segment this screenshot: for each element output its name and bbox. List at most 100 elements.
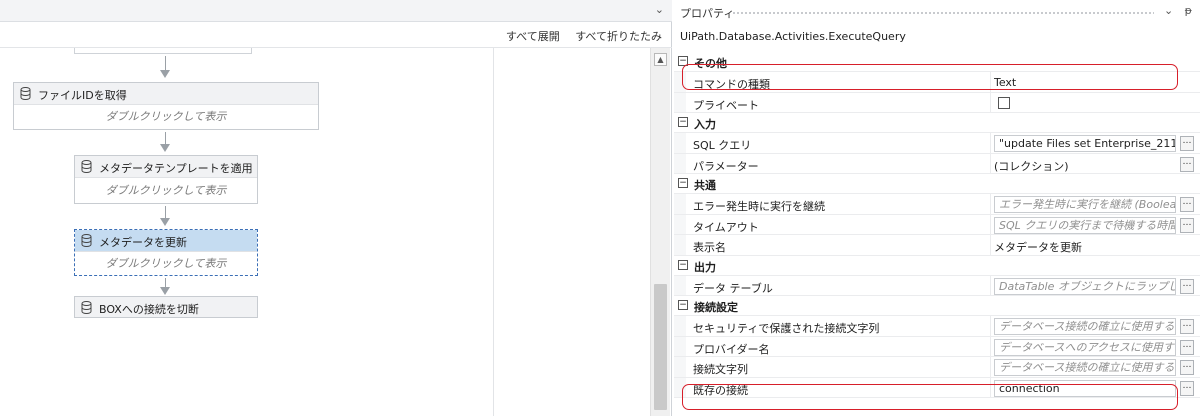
- activity-header: メタデータを更新: [75, 230, 257, 252]
- sql-query-input[interactable]: "update Files set Enterprise_2114136: [994, 135, 1176, 152]
- collapse-all-link[interactable]: すべて折りたたみ: [575, 30, 662, 43]
- property-row-sql-query[interactable]: SQL クエリ "update Files set Enterprise_211…: [674, 133, 1200, 154]
- activity-title: メタデータテンプレートを適用: [99, 162, 253, 175]
- activity-header: BOXへの接続を切断: [75, 297, 257, 317]
- row-gutter: [674, 153, 686, 173]
- ellipsis-icon[interactable]: …: [1180, 136, 1194, 151]
- category-common[interactable]: − 共通: [674, 174, 1200, 194]
- column-divider: [990, 214, 991, 234]
- row-gutter: [674, 275, 686, 295]
- parameters-value[interactable]: (コレクション): [994, 158, 1176, 174]
- property-row-continue-on-error[interactable]: エラー発生時に実行を継続 エラー発生時に実行を継続 (Boolean) …: [674, 194, 1200, 215]
- existing-connection-input[interactable]: connection: [994, 379, 1176, 397]
- category-input[interactable]: − 入力: [674, 113, 1200, 133]
- properties-title: プロパティ: [680, 7, 735, 20]
- workflow-designer: ⌄ すべて展開 すべて折りたたみ ▲ ファイルIDを取得 ダブルクリックして表示…: [0, 0, 672, 416]
- activity-disconnect-box[interactable]: BOXへの接続を切断: [74, 296, 258, 318]
- private-checkbox[interactable]: [998, 96, 1010, 109]
- column-divider: [990, 194, 991, 214]
- provider-name-input[interactable]: データベースへのアクセスに使用するデータ: [994, 338, 1176, 356]
- activity-header: ファイルIDを取得: [14, 83, 318, 105]
- collapse-toggle-icon[interactable]: −: [678, 56, 688, 66]
- scroll-up-icon[interactable]: ▲: [654, 53, 667, 66]
- property-name: パラメーター: [693, 159, 759, 173]
- category-connection[interactable]: − 接続設定: [674, 296, 1200, 316]
- ellipsis-icon[interactable]: …: [1180, 197, 1194, 212]
- collapse-toggle-icon[interactable]: −: [678, 300, 688, 310]
- property-name: セキュリティで保護された接続文字列: [693, 322, 880, 335]
- activity-hint: ダブルクリックして表示: [105, 110, 227, 123]
- vertical-scrollbar[interactable]: ▲: [650, 48, 670, 416]
- activity-get-file-id[interactable]: ファイルIDを取得 ダブルクリックして表示: [13, 82, 319, 130]
- row-gutter: [674, 357, 686, 377]
- category-output[interactable]: − 出力: [674, 256, 1200, 276]
- property-name: データ テーブル: [693, 281, 773, 295]
- database-icon: [81, 160, 92, 173]
- row-gutter: [674, 72, 686, 92]
- flow-arrow: [160, 132, 170, 152]
- row-gutter: [674, 235, 686, 255]
- activity-title: ファイルIDを取得: [38, 89, 127, 102]
- column-divider: [990, 336, 991, 356]
- activity-update-metadata[interactable]: メタデータを更新 ダブルクリックして表示: [74, 229, 258, 276]
- category-misc[interactable]: − その他: [674, 52, 1200, 72]
- secure-connection-string-input[interactable]: データベース接続の確立に使用する、Sec: [994, 318, 1176, 335]
- collapse-toggle-icon[interactable]: −: [678, 178, 688, 188]
- activity-title: BOXへの接続を切断: [99, 303, 199, 316]
- property-row-existing-connection[interactable]: 既存の接続 connection …: [674, 377, 1200, 398]
- ellipsis-icon[interactable]: …: [1180, 278, 1194, 294]
- expand-all-link[interactable]: すべて展開: [506, 30, 560, 43]
- data-table-input[interactable]: DataTable オブジェクトにラップした SQL ...: [994, 277, 1176, 295]
- ellipsis-icon[interactable]: …: [1180, 360, 1194, 375]
- column-divider: [990, 357, 991, 377]
- row-gutter: [674, 316, 686, 336]
- property-name: プロバイダー名: [693, 342, 770, 356]
- activity-apply-metadata-template[interactable]: メタデータテンプレートを適用 ダブルクリックして表示: [74, 155, 258, 204]
- property-row-connection-string[interactable]: 接続文字列 データベース接続の確立に使用する接続... …: [674, 357, 1200, 378]
- connection-string-input[interactable]: データベース接続の確立に使用する接続...: [994, 359, 1176, 376]
- continue-on-error-input[interactable]: エラー発生時に実行を継続 (Boolean): [994, 196, 1176, 213]
- database-icon: [20, 87, 31, 100]
- property-name: 表示名: [693, 241, 726, 254]
- column-divider: [990, 153, 991, 173]
- category-label: 入力: [694, 118, 716, 131]
- property-name: コマンドの種類: [693, 78, 770, 91]
- column-divider: [990, 133, 991, 153]
- command-type-value[interactable]: Text: [994, 76, 1176, 89]
- activity-header: メタデータテンプレートを適用: [75, 156, 257, 178]
- title-bar-grip: [732, 11, 1154, 15]
- property-name: SQL クエリ: [693, 139, 752, 152]
- chevron-down-icon[interactable]: ⌄: [655, 3, 664, 16]
- chevron-down-icon[interactable]: ⌄: [1164, 4, 1173, 17]
- ellipsis-icon[interactable]: …: [1180, 380, 1194, 396]
- ellipsis-icon[interactable]: …: [1180, 217, 1194, 233]
- designer-tab-strip: ⌄: [0, 0, 672, 22]
- property-row-data-table[interactable]: データ テーブル DataTable オブジェクトにラップした SQL ... …: [674, 275, 1200, 296]
- ellipsis-icon[interactable]: …: [1180, 339, 1194, 355]
- scrollbar-thumb[interactable]: [654, 284, 667, 410]
- flow-arrow: [160, 56, 170, 78]
- display-name-value[interactable]: メタデータを更新: [994, 239, 1176, 255]
- property-row-command-type[interactable]: コマンドの種類 Text: [674, 72, 1200, 93]
- collapse-toggle-icon[interactable]: −: [678, 117, 688, 127]
- property-row-provider-name[interactable]: プロバイダー名 データベースへのアクセスに使用するデータ …: [674, 336, 1200, 357]
- collapse-toggle-icon[interactable]: −: [678, 259, 688, 270]
- row-gutter: [674, 336, 686, 356]
- designer-canvas-margin: [495, 48, 650, 416]
- property-name: タイムアウト: [693, 220, 759, 234]
- ellipsis-icon[interactable]: …: [1180, 156, 1194, 172]
- previous-activity-stub: [74, 48, 252, 54]
- activity-class-name: UiPath.Database.Activities.ExecuteQuery: [680, 30, 906, 43]
- column-divider: [990, 377, 991, 397]
- database-icon: [81, 234, 92, 247]
- property-grid: − その他 コマンドの種類 Text プライベート − 入力 SQL クエリ "…: [674, 52, 1200, 398]
- property-row-private[interactable]: プライベート: [674, 92, 1200, 113]
- property-row-parameters[interactable]: パラメーター (コレクション) …: [674, 153, 1200, 174]
- pin-icon[interactable]: ᵽ: [1185, 4, 1192, 17]
- timeout-input[interactable]: SQL クエリの実行まで待機する時間を指定: [994, 216, 1176, 234]
- property-row-display-name[interactable]: 表示名 メタデータを更新: [674, 235, 1200, 256]
- ellipsis-icon[interactable]: …: [1180, 319, 1194, 334]
- property-row-secure-connection-string[interactable]: セキュリティで保護された接続文字列 データベース接続の確立に使用する、Sec …: [674, 316, 1200, 337]
- property-row-timeout[interactable]: タイムアウト SQL クエリの実行まで待機する時間を指定 …: [674, 214, 1200, 235]
- property-name: プライベート: [693, 98, 759, 112]
